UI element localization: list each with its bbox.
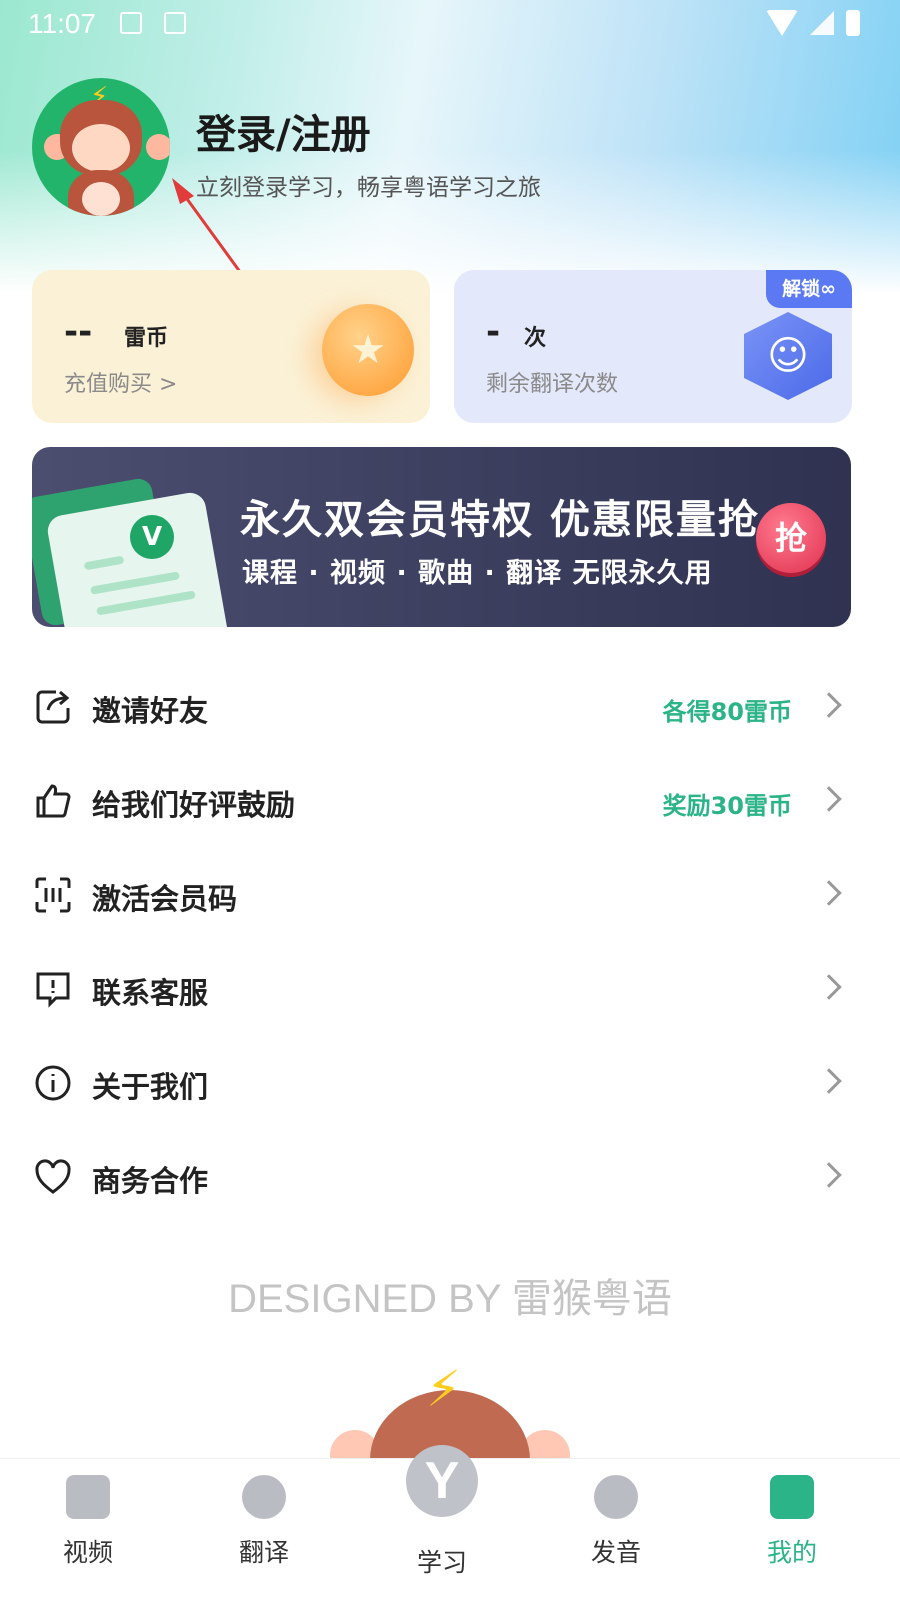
chevron-right-icon	[816, 786, 842, 812]
tab-profile[interactable]: 我的	[732, 1475, 852, 1569]
menu-item-activate-code[interactable]: 激活会员码	[0, 848, 900, 942]
translation-remaining-label: 剩余翻译次数	[486, 372, 619, 397]
pronunciation-icon	[594, 1475, 638, 1519]
translation-unit: 次	[524, 326, 547, 351]
tab-translate[interactable]: 翻译	[204, 1475, 324, 1569]
translation-card[interactable]: - 次 剩余翻译次数 ☺ 解锁∞	[454, 270, 852, 423]
menu-item-business[interactable]: 商务合作	[0, 1130, 900, 1224]
coin-balance: --	[64, 312, 93, 352]
menu-item-customer-service[interactable]: 联系客服	[0, 942, 900, 1036]
menu-label: 关于我们	[92, 1070, 209, 1104]
tab-label: 我的	[766, 1538, 817, 1567]
menu-reward: 各得80雷币	[662, 698, 792, 726]
status-bar: 11:07	[0, 0, 900, 48]
video-icon	[66, 1475, 110, 1519]
tab-label: 视频	[62, 1538, 113, 1567]
menu-item-rate-us[interactable]: 给我们好评鼓励 奖励30雷币	[0, 754, 900, 848]
coin-card[interactable]: -- 雷币 充值购买 > ★	[32, 270, 430, 423]
menu-label: 激活会员码	[92, 882, 238, 916]
login-register-link[interactable]: 登录/注册	[196, 102, 371, 160]
tab-video[interactable]: 视频	[28, 1475, 148, 1569]
menu-label: 商务合作	[92, 1164, 209, 1198]
menu-label: 邀请好友	[92, 694, 209, 728]
tab-label: 发音	[590, 1538, 641, 1567]
avatar[interactable]: ⚡	[32, 78, 170, 216]
image-notification-icon	[120, 12, 142, 34]
chevron-right-icon	[816, 1068, 842, 1094]
translate-icon	[242, 1475, 286, 1519]
coin-icon: ★	[322, 304, 414, 396]
menu-label: 给我们好评鼓励	[92, 788, 296, 822]
thumbs-up-icon	[36, 784, 71, 818]
vip-promo-banner[interactable]: V 永久双会员特权 优惠限量抢 课程 · 视频 · 歌曲 · 翻译 无限永久用 …	[32, 447, 851, 627]
chevron-right-icon	[816, 1162, 842, 1188]
tab-pronunciation[interactable]: 发音	[556, 1475, 676, 1569]
headset-icon: ☺	[744, 312, 832, 400]
grab-button[interactable]: 抢	[756, 503, 826, 573]
wifi-icon	[766, 10, 798, 36]
chevron-right-icon	[816, 692, 842, 718]
signal-icon	[810, 11, 834, 35]
coin-unit: 雷币	[124, 326, 169, 351]
chevron-right-icon	[816, 974, 842, 1000]
text-notification-icon	[164, 12, 186, 34]
banner-subtitle: 课程 · 视频 · 歌曲 · 翻译 无限永久用	[242, 558, 713, 589]
battery-icon	[846, 10, 860, 36]
menu-reward: 奖励30雷币	[662, 792, 792, 820]
tab-label: 翻译	[238, 1538, 289, 1567]
unlock-badge[interactable]: 解锁∞	[766, 270, 852, 308]
translation-count: -	[486, 312, 501, 352]
profile-icon	[770, 1475, 814, 1519]
menu-label: 联系客服	[92, 976, 209, 1010]
info-icon	[35, 1065, 71, 1101]
learn-icon[interactable]: Y	[406, 1445, 478, 1517]
lightning-icon: ⚡	[426, 1360, 462, 1418]
recharge-link[interactable]: 充值购买 >	[64, 366, 177, 398]
banner-title: 永久双会员特权 优惠限量抢	[240, 497, 760, 543]
heart-icon	[35, 1159, 71, 1194]
designed-by-label: DESIGNED BY 雷猴粤语	[228, 1277, 672, 1321]
menu-item-about-us[interactable]: 关于我们	[0, 1036, 900, 1130]
status-time: 11:07	[28, 8, 96, 39]
tab-learn-label[interactable]: 学习	[382, 1543, 502, 1579]
scan-code-icon	[35, 877, 71, 913]
share-icon	[36, 690, 70, 724]
chevron-right-icon	[816, 880, 842, 906]
bottom-tab-bar: 视频 翻译 Y 学习 发音 我的	[0, 1445, 900, 1600]
verified-badge-icon: V	[130, 515, 174, 559]
menu-item-invite-friends[interactable]: 邀请好友 各得80雷币	[0, 660, 900, 754]
chat-icon	[36, 972, 70, 1008]
